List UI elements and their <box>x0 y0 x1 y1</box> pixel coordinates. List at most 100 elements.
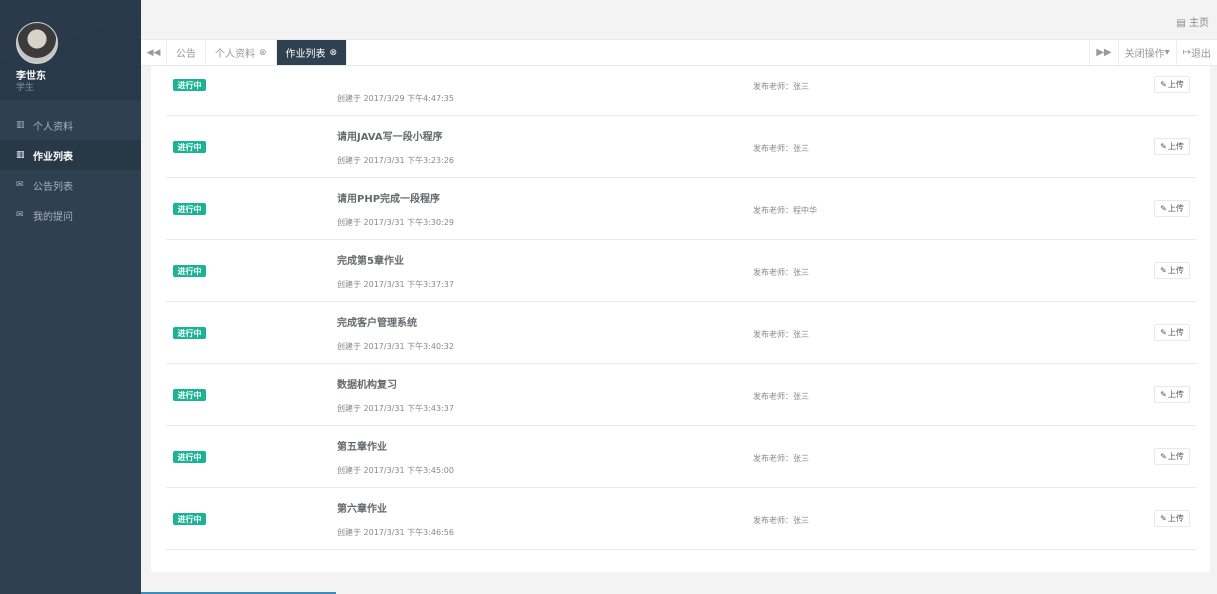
tab-profile[interactable]: 个人资料 ⊗ <box>206 40 277 65</box>
profile-panel: 李世东 学生 <box>0 0 141 100</box>
created-time: 创建于 2017/3/31 下午3:37:37 <box>337 280 454 289</box>
status-badge: 进行中 <box>173 79 206 91</box>
pencil-icon: ✎ <box>1160 266 1167 275</box>
teacher-name: 发布老师：张三 <box>753 144 809 153</box>
teacher-name: 发布老师：张三 <box>753 392 809 401</box>
pencil-icon: ✎ <box>1160 142 1167 151</box>
upload-label: 上传 <box>1167 266 1184 275</box>
user-role: 学生 <box>16 83 35 93</box>
teacher-name: 发布老师：张三 <box>753 268 809 277</box>
created-time: 创建于 2017/3/31 下午3:40:32 <box>337 342 454 351</box>
envelope-icon: ✉ <box>16 210 24 220</box>
upload-button[interactable]: ✎ 上传 <box>1154 138 1190 155</box>
created-time: 创建于 2017/3/31 下午3:45:00 <box>337 466 454 475</box>
upload-label: 上传 <box>1167 390 1184 399</box>
avatar[interactable] <box>16 22 58 64</box>
logout-button[interactable]: ↦ 退出 <box>1175 40 1217 65</box>
teacher-name: 发布老师：张三 <box>753 516 809 525</box>
list-item: 进行中 第五章作业 创建于 2017/3/31 下午3:45:00 发布老师：张… <box>166 426 1196 488</box>
status-badge: 进行中 <box>173 451 206 463</box>
status-badge: 进行中 <box>173 265 206 277</box>
upload-button[interactable]: ✎ 上传 <box>1154 386 1190 403</box>
assignment-title[interactable]: 完成第5章作业 <box>337 252 404 267</box>
teacher-name: 发布老师：张三 <box>753 454 809 463</box>
home-link[interactable]: ▤ 主页 <box>1176 14 1209 29</box>
bar-chart-icon: ▥ <box>16 150 25 160</box>
created-time: 创建于 2017/3/29 下午4:47:35 <box>337 94 454 103</box>
tab-assignments[interactable]: 作业列表 ⊗ <box>276 40 348 65</box>
pencil-icon: ✎ <box>1160 514 1167 523</box>
upload-label: 上传 <box>1167 204 1184 213</box>
tab-label: 作业列表 <box>285 49 326 60</box>
tabs-scroll-left-button[interactable]: ◀◀ <box>141 40 167 65</box>
upload-button[interactable]: ✎ 上传 <box>1154 324 1190 341</box>
double-right-arrow-icon: ▶▶ <box>1096 47 1112 58</box>
assignment-title[interactable]: 请用PHP完成一段程序 <box>337 190 440 205</box>
upload-button[interactable]: ✎ 上传 <box>1154 510 1190 527</box>
sidebar-item-announcements[interactable]: ✉ 公告列表 <box>0 170 141 200</box>
upload-label: 上传 <box>1167 452 1184 461</box>
assignment-title[interactable]: 完成客户管理系统 <box>337 314 417 329</box>
created-time: 创建于 2017/3/31 下午3:30:29 <box>337 218 454 227</box>
assignment-title[interactable]: 第五章作业 <box>337 438 387 453</box>
list-item: 进行中 创建于 2017/3/29 下午4:47:35 发布老师：张三 ✎ 上传 <box>166 66 1196 116</box>
sidebar: 李世东 学生 ▥ 个人资料 ▥ 作业列表 ✉ 公告列表 ✉ 我的提问 <box>0 0 141 594</box>
assignment-title[interactable]: 数据机构复习 <box>337 376 397 391</box>
teacher-name: 发布老师：张三 <box>753 330 809 339</box>
close-icon[interactable]: ⊗ <box>259 48 267 58</box>
tab-label: 个人资料 <box>215 49 255 60</box>
sidebar-item-label: 我的提问 <box>33 211 73 223</box>
created-time: 创建于 2017/3/31 下午3:23:26 <box>337 156 454 165</box>
sidebar-item-profile[interactable]: ▥ 个人资料 <box>0 110 141 140</box>
sidebar-item-assignments[interactable]: ▥ 作业列表 <box>0 140 141 170</box>
chevron-down-icon: ▾ <box>1164 47 1170 58</box>
teacher-name: 发布老师：张三 <box>753 82 809 91</box>
list-item: 进行中 数据机构复习 创建于 2017/3/31 下午3:43:37 发布老师：… <box>166 364 1196 426</box>
sidebar-item-questions[interactable]: ✉ 我的提问 <box>0 200 141 230</box>
close-icon[interactable]: ⊗ <box>330 48 338 58</box>
pencil-icon: ✎ <box>1160 390 1167 399</box>
assignment-title[interactable]: 第六章作业 <box>337 500 387 515</box>
list-item: 进行中 完成第5章作业 创建于 2017/3/31 下午3:37:37 发布老师… <box>166 240 1196 302</box>
upload-button[interactable]: ✎ 上传 <box>1154 200 1190 217</box>
envelope-icon: ✉ <box>16 180 24 190</box>
status-badge: 进行中 <box>173 203 206 215</box>
tab-label: 公告 <box>176 49 196 60</box>
bar-chart-icon: ▥ <box>16 120 25 130</box>
tab-announcement[interactable]: 公告 <box>167 40 206 65</box>
status-badge: 进行中 <box>173 513 206 525</box>
list-item: 进行中 第六章作业 创建于 2017/3/31 下午3:46:56 发布老师：张… <box>166 488 1196 550</box>
page-tabs: ◀◀ 公告 个人资料 ⊗ 作业列表 ⊗ ▶▶ 关闭操作 ▾ ↦ 退出 <box>141 40 1217 66</box>
status-badge: 进行中 <box>173 389 206 401</box>
assignment-list-panel: 进行中 创建于 2017/3/29 下午4:47:35 发布老师：张三 ✎ 上传 … <box>151 66 1210 572</box>
sidebar-nav: ▥ 个人资料 ▥ 作业列表 ✉ 公告列表 ✉ 我的提问 <box>0 110 141 230</box>
upload-label: 上传 <box>1167 514 1184 523</box>
tabs-right-controls: ▶▶ 关闭操作 ▾ ↦ 退出 <box>1089 40 1217 65</box>
pencil-icon: ✎ <box>1160 452 1167 461</box>
list-item: 进行中 请用PHP完成一段程序 创建于 2017/3/31 下午3:30:29 … <box>166 178 1196 240</box>
close-operations-dropdown[interactable]: 关闭操作 ▾ <box>1117 40 1176 65</box>
upload-button[interactable]: ✎ 上传 <box>1154 262 1190 279</box>
sidebar-item-label: 作业列表 <box>33 151 73 163</box>
upload-button[interactable]: ✎ 上传 <box>1154 448 1190 465</box>
pencil-icon: ✎ <box>1160 204 1167 213</box>
tabs-scroll-right-button[interactable]: ▶▶ <box>1089 40 1117 65</box>
status-badge: 进行中 <box>173 327 206 339</box>
sign-out-icon: ↦ <box>1182 47 1191 58</box>
logout-label: 退出 <box>1191 49 1211 60</box>
double-left-arrow-icon: ◀◀ <box>146 47 161 58</box>
upload-label: 上传 <box>1167 80 1184 89</box>
assignment-title[interactable]: 请用JAVA写一段小程序 <box>337 128 443 143</box>
close-operations-label: 关闭操作 <box>1124 49 1165 60</box>
pencil-icon: ✎ <box>1160 80 1167 89</box>
created-time: 创建于 2017/3/31 下午3:43:37 <box>337 404 454 413</box>
upload-button[interactable]: ✎ 上传 <box>1154 76 1190 93</box>
list-icon: ▤ <box>1176 18 1186 29</box>
home-label: 主页 <box>1189 18 1209 29</box>
list-item: 进行中 请用JAVA写一段小程序 创建于 2017/3/31 下午3:23:26… <box>166 116 1196 178</box>
upload-label: 上传 <box>1167 142 1184 151</box>
sidebar-item-label: 公告列表 <box>33 181 73 193</box>
upload-label: 上传 <box>1167 328 1184 337</box>
list-item: 进行中 完成客户管理系统 创建于 2017/3/31 下午3:40:32 发布老… <box>166 302 1196 364</box>
assignment-list: 进行中 创建于 2017/3/29 下午4:47:35 发布老师：张三 ✎ 上传 … <box>166 66 1196 550</box>
